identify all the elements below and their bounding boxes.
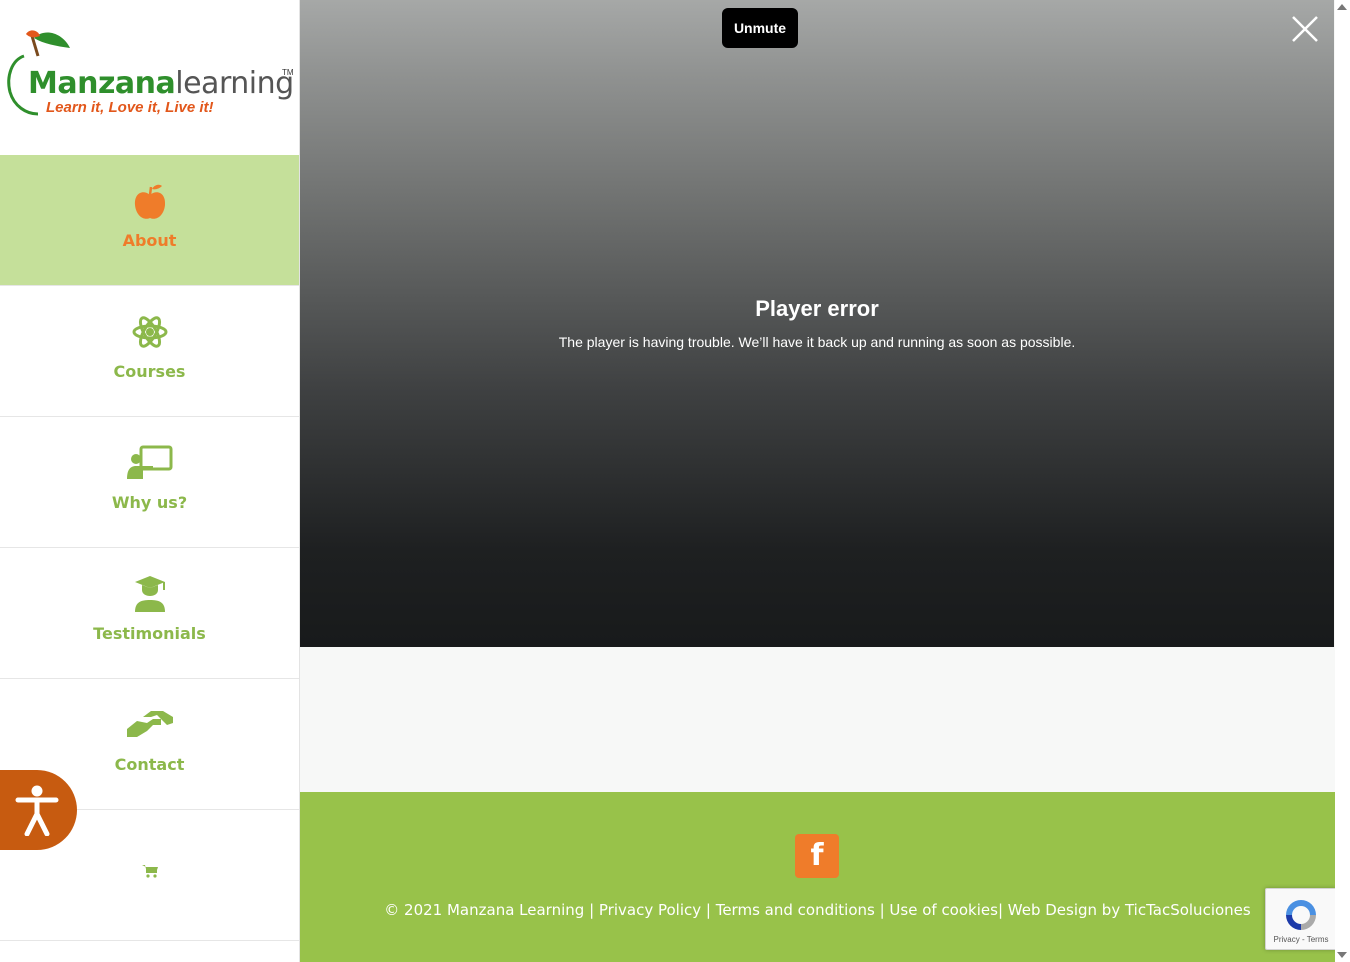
accessibility-button[interactable] bbox=[0, 770, 77, 850]
nav-item-why-us[interactable]: Why us? bbox=[0, 417, 299, 548]
graduate-icon bbox=[134, 576, 165, 612]
nav-label: Courses bbox=[113, 362, 186, 381]
copyright-text: © 2021 Manzana Learning bbox=[384, 901, 585, 919]
brand-tagline: Learn it, Love it, Live it! bbox=[46, 99, 214, 116]
web-design-link[interactable]: Web Design by TicTacSoluciones bbox=[1008, 901, 1251, 919]
cookies-link[interactable]: Use of cookies bbox=[889, 901, 998, 919]
presentation-icon bbox=[126, 445, 172, 479]
player-error-title: Player error bbox=[755, 296, 879, 321]
atom-icon bbox=[132, 316, 167, 348]
video-player[interactable]: Unmute Player error The player is having… bbox=[300, 0, 1334, 647]
recaptcha-icon bbox=[1286, 900, 1316, 930]
scroll-up-arrow[interactable] bbox=[1337, 4, 1347, 10]
trademark: TM bbox=[282, 68, 294, 77]
unmute-button[interactable]: Unmute bbox=[722, 8, 798, 48]
footer-links: © 2021 Manzana Learning | Privacy Policy… bbox=[384, 901, 1251, 919]
nav-item-about[interactable]: About bbox=[0, 155, 299, 286]
site-footer: f © 2021 Manzana Learning | Privacy Poli… bbox=[300, 792, 1335, 962]
facebook-button[interactable]: f bbox=[795, 834, 839, 878]
nav-label: Why us? bbox=[111, 493, 188, 512]
nav-label: Testimonials bbox=[93, 624, 206, 643]
apple-icon bbox=[134, 184, 165, 219]
accessibility-icon bbox=[15, 785, 59, 836]
scrollbar[interactable] bbox=[1335, 0, 1350, 962]
nav-label: About bbox=[122, 231, 177, 250]
recaptcha-links[interactable]: Privacy - Terms bbox=[1266, 935, 1336, 944]
brand-name: Manzanalearning bbox=[28, 66, 294, 101]
handshake-icon bbox=[126, 711, 173, 737]
site-logo[interactable]: Manzanalearning TM Learn it, Love it, Li… bbox=[0, 0, 299, 155]
cart-icon bbox=[141, 865, 158, 878]
nav-item-courses[interactable]: Courses bbox=[0, 286, 299, 417]
terms-link[interactable]: Terms and conditions bbox=[716, 901, 875, 919]
recaptcha-badge[interactable]: Privacy - Terms bbox=[1265, 888, 1336, 950]
scroll-down-arrow[interactable] bbox=[1337, 952, 1347, 958]
facebook-icon: f bbox=[810, 838, 824, 873]
player-error-message: The player is having trouble. We’ll have… bbox=[558, 334, 1076, 350]
nav-item-testimonials[interactable]: Testimonials bbox=[0, 548, 299, 679]
privacy-policy-link[interactable]: Privacy Policy bbox=[599, 901, 701, 919]
close-icon[interactable] bbox=[1290, 14, 1320, 44]
content-area bbox=[300, 647, 1335, 792]
